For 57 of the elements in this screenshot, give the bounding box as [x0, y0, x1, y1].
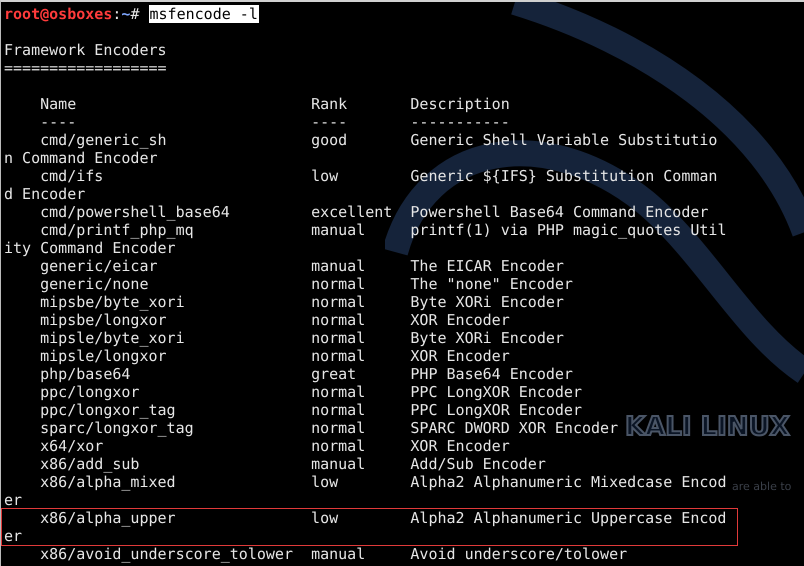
- encoder-name: cmd/powershell_base64: [40, 203, 230, 221]
- encoder-rank: normal: [311, 383, 366, 401]
- encoder-name: mipsle/longxor: [40, 347, 167, 365]
- encoder-name: mipsle/byte_xori: [40, 329, 185, 347]
- encoder-rank: manual: [311, 257, 366, 275]
- encoder-name: x86/add_sub: [40, 455, 140, 473]
- prompt-path: ~: [121, 5, 130, 23]
- encoder-name: mipsbe/byte_xori: [40, 293, 185, 311]
- encoder-rank: normal: [311, 437, 366, 455]
- encoder-description: PPC LongXOR Encoder: [410, 383, 582, 401]
- command-text: msfencode -l: [148, 5, 259, 23]
- wallpaper-tagline: are able to: [732, 480, 792, 493]
- encoder-name: mipsbe/longxor: [40, 311, 167, 329]
- encoder-rank: manual: [311, 545, 366, 563]
- column-header: Name: [40, 95, 76, 113]
- encoder-description: SPARC DWORD XOR Encoder: [410, 419, 618, 437]
- wallpaper-logo: KALI LINUX: [625, 412, 790, 442]
- encoder-description: The "none" Encoder: [410, 275, 573, 293]
- encoder-description: Byte XORi Encoder: [410, 293, 564, 311]
- header-rule: ----: [311, 113, 348, 131]
- encoder-rank: normal: [311, 419, 366, 437]
- encoder-rank: normal: [311, 275, 366, 293]
- encoder-description: Avoid underscore/tolower: [410, 545, 628, 563]
- encoder-description: XOR Encoder: [410, 437, 510, 455]
- header-rule: ----: [40, 113, 76, 131]
- encoder-rank: normal: [311, 293, 366, 311]
- prompt-separator: :: [112, 5, 122, 23]
- encoder-name: x86/avoid_underscore_tolower: [40, 545, 293, 563]
- encoder-rank: normal: [311, 401, 366, 419]
- encoder-name: x64/xor: [40, 437, 104, 455]
- encoder-description: Add/Sub Encoder: [410, 455, 546, 473]
- column-header: Rank: [311, 95, 348, 113]
- heading-rule: ==================: [4, 59, 167, 77]
- prompt-user-host: root@osboxes: [4, 5, 112, 23]
- encoder-name: generic/eicar: [40, 257, 158, 275]
- header-rule: -----------: [410, 113, 510, 131]
- encoder-name: generic/none: [40, 275, 148, 293]
- encoder-rank: normal: [311, 347, 366, 365]
- encoder-name: ppc/longxor_tag: [40, 401, 176, 419]
- column-header: Description: [410, 95, 510, 113]
- encoder-description: XOR Encoder: [410, 347, 510, 365]
- encoder-name: sparc/longxor_tag: [40, 419, 194, 437]
- encoder-description: Byte XORi Encoder: [410, 329, 564, 347]
- encoder-rank: excellent: [311, 203, 392, 221]
- encoder-rank: manual: [311, 455, 366, 473]
- encoder-rank: normal: [311, 329, 366, 347]
- encoder-description: The EICAR Encoder: [410, 257, 564, 275]
- encoder-rank: normal: [311, 311, 366, 329]
- encoder-description: PHP Base64 Encoder: [410, 365, 573, 383]
- encoder-name: ppc/longxor: [40, 383, 140, 401]
- prompt-symbol: #: [130, 5, 140, 23]
- section-heading: Framework Encoders: [4, 41, 167, 59]
- encoder-description: PPC LongXOR Encoder: [410, 401, 582, 419]
- encoder-description: Powershell Base64 Command Encoder: [410, 203, 708, 221]
- encoder-rank: great: [311, 365, 356, 383]
- encoder-description: XOR Encoder: [410, 311, 510, 329]
- encoder-name: php/base64: [40, 365, 130, 383]
